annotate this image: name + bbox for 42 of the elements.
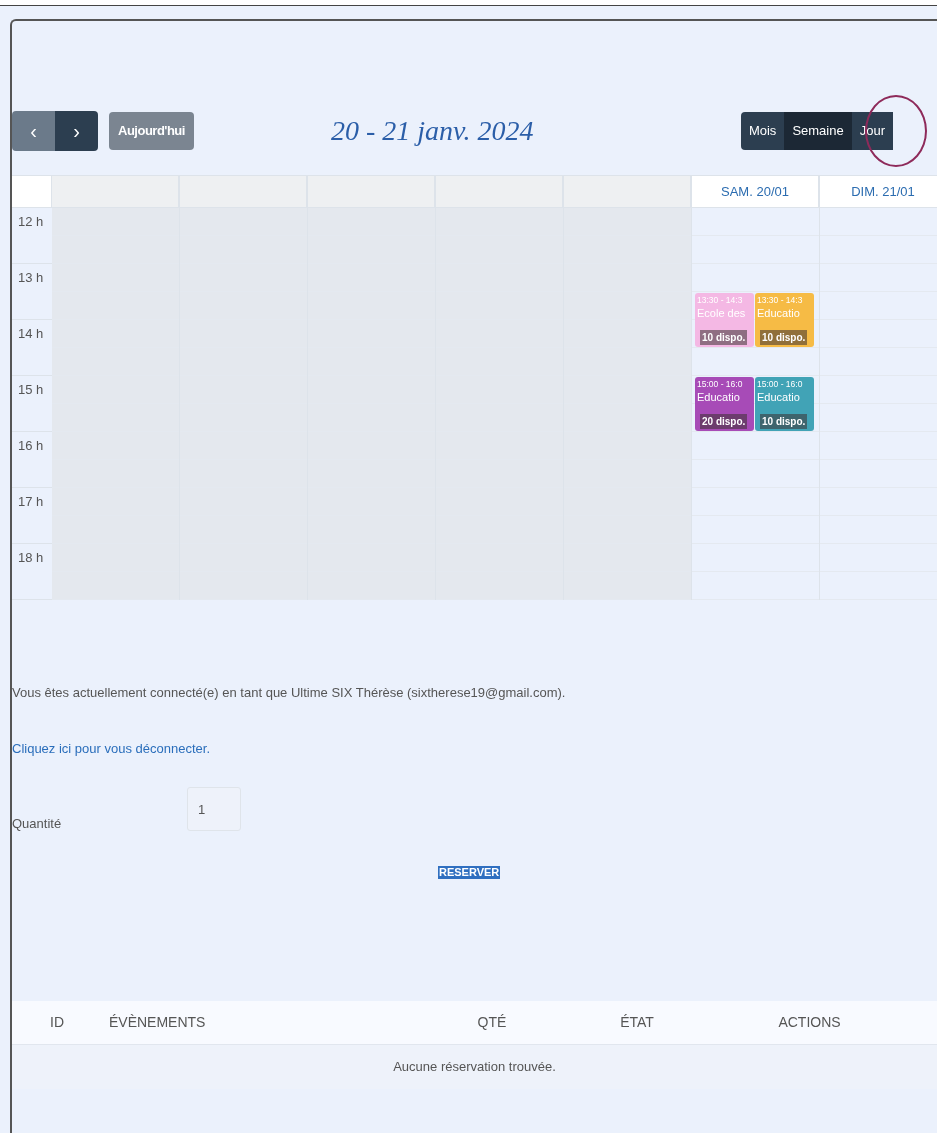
column-header: ÉTAT bbox=[592, 1000, 682, 1045]
previous-button[interactable]: ‹ bbox=[12, 111, 55, 151]
view-tab[interactable]: Semaine bbox=[784, 112, 852, 150]
hour-label: 18 h bbox=[12, 544, 52, 600]
availability-badge: 10 dispo. bbox=[760, 414, 808, 429]
availability-badge: 20 dispo. bbox=[700, 414, 748, 429]
event-title: Ecole des bbox=[697, 306, 747, 320]
column-header: ID bbox=[12, 1000, 102, 1045]
day-header: DIM. 21/01 bbox=[820, 176, 937, 208]
availability-badge: 10 dispo. bbox=[700, 330, 748, 345]
event-time: 13:30 - 14:3 bbox=[757, 294, 804, 306]
event-block[interactable]: 15:00 - 16:0 Educatio 10 dispo. bbox=[755, 377, 814, 431]
event-title: Educatio bbox=[697, 390, 741, 404]
column-header: ÉVÈNEMENTS bbox=[102, 1000, 392, 1045]
event-title: Educatio bbox=[757, 306, 801, 320]
hour-label: 13 h bbox=[12, 264, 52, 320]
hour-label: 17 h bbox=[12, 488, 52, 544]
quantity-label: Quantité bbox=[12, 815, 63, 833]
event-time: 15:00 - 16:0 bbox=[757, 378, 804, 390]
calendar-title: 20 - 21 janv. 2024 bbox=[330, 114, 535, 148]
quantity-field[interactable]: 1 bbox=[187, 787, 241, 831]
column-header: ACTIONS bbox=[682, 1000, 937, 1045]
next-button[interactable]: › bbox=[55, 111, 98, 151]
day-header: SAM. 20/01 bbox=[692, 176, 819, 208]
view-tab[interactable]: Mois bbox=[740, 112, 785, 150]
hour-label: 15 h bbox=[12, 376, 52, 432]
session-message: Vous êtes actuellement connecté(e) en tant que Ultime SIX Thérèse (sixtherese19@gmail.com). bbox=[12, 685, 566, 700]
event-title: Educatio bbox=[757, 390, 801, 404]
column-header: QTÉ bbox=[392, 1000, 592, 1045]
today-button[interactable]: Aujourd'hui bbox=[109, 112, 194, 150]
hour-label: 16 h bbox=[12, 432, 52, 488]
hour-label: 14 h bbox=[12, 320, 52, 376]
logout-link[interactable]: Cliquez ici pour vous déconnecter. bbox=[12, 738, 210, 758]
event-time: 13:30 - 14:3 bbox=[697, 294, 744, 306]
reserve-button[interactable]: RESERVER bbox=[438, 865, 501, 879]
hour-label: 12 h bbox=[12, 208, 52, 264]
event-time: 15:00 - 16:0 bbox=[697, 378, 744, 390]
event-block[interactable]: 15:00 - 16:0 Educatio 20 dispo. bbox=[695, 377, 754, 431]
event-block[interactable]: 13:30 - 14:3 Ecole des 10 dispo. bbox=[695, 293, 754, 347]
event-block[interactable]: 13:30 - 14:3 Educatio 10 dispo. bbox=[755, 293, 814, 347]
view-tab[interactable]: Jour bbox=[851, 112, 893, 150]
availability-badge: 10 dispo. bbox=[760, 330, 808, 345]
